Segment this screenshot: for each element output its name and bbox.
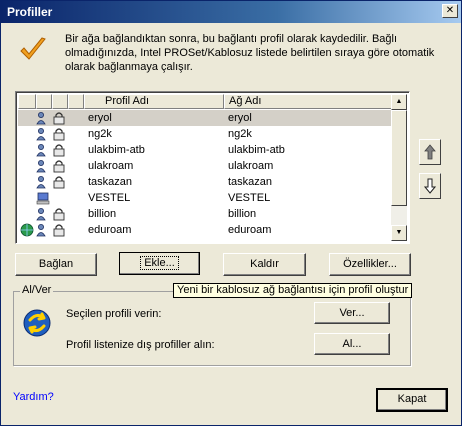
arrow-up-icon <box>424 144 436 160</box>
arrow-down-icon <box>424 178 436 194</box>
lock-icon <box>53 144 65 157</box>
lock-icon <box>53 224 65 237</box>
row-icons <box>18 174 84 190</box>
user-icon <box>36 112 46 125</box>
network-name: ulakbim-atb <box>228 144 285 156</box>
export-button[interactable]: Ver... <box>314 302 390 324</box>
profile-name: taskazan <box>88 176 133 188</box>
user-icon <box>36 224 46 237</box>
header-icon-col-2[interactable] <box>36 94 52 109</box>
properties-button[interactable]: Özellikler... <box>329 253 411 276</box>
import-button[interactable]: Al... <box>314 333 390 355</box>
window-close-button[interactable]: ✕ <box>442 4 458 18</box>
add-button[interactable]: Ekle... <box>119 252 200 275</box>
lock-icon <box>53 208 65 221</box>
move-up-button[interactable] <box>419 139 441 165</box>
globe-icon <box>20 223 34 237</box>
network-name: ulakroam <box>228 160 274 172</box>
import-export-group: Al/Ver Seçilen profili verin: Profil lis… <box>13 284 411 366</box>
row-icons <box>18 126 84 142</box>
list-scrollbar[interactable]: ▲ ▼ <box>391 94 407 241</box>
user-icon <box>36 160 46 173</box>
checkmark-icon <box>20 37 46 60</box>
connect-button[interactable]: Bağlan <box>15 253 97 276</box>
window-title: Profiller <box>7 5 53 19</box>
close-button[interactable]: Kapat <box>376 388 448 412</box>
import-label: Profil listenize dış profiller alın: <box>66 339 215 351</box>
list-header: Profil Adı Ağ Adı <box>18 94 393 109</box>
profile-name: ng2k <box>88 128 112 140</box>
header-profile-name[interactable]: Profil Adı <box>84 94 224 109</box>
lock-icon <box>53 128 65 141</box>
profile-list[interactable]: Profil Adı Ağ Adı eryol eryol ng2k ng2k ulak… <box>15 91 410 244</box>
row-icons <box>18 190 84 206</box>
add-button-tooltip: Yeni bir kablosuz ağ bağlantısı için pro… <box>173 283 413 298</box>
scroll-down-button[interactable]: ▼ <box>391 225 407 241</box>
user-icon <box>36 176 46 189</box>
table-row[interactable]: taskazan taskazan <box>18 174 393 190</box>
group-title: Al/Ver <box>20 284 54 296</box>
network-name: billion <box>228 208 257 220</box>
row-icons <box>18 110 84 126</box>
network-name: VESTEL <box>228 192 271 204</box>
user-icon <box>36 144 46 157</box>
user-icon <box>36 208 46 221</box>
profile-name: billion <box>88 208 117 220</box>
title-bar: Profiller ✕ <box>1 1 461 23</box>
move-down-button[interactable] <box>419 173 441 199</box>
header-icon-col-3[interactable] <box>52 94 68 109</box>
row-icons <box>18 206 84 222</box>
row-icons <box>18 222 84 238</box>
description-text: Bir ağa bağlandıktan sonra, bu bağlantı … <box>65 33 435 73</box>
header-network-name[interactable]: Ağ Adı <box>224 94 393 109</box>
header-icon-col-4[interactable] <box>68 94 84 109</box>
table-row[interactable]: ng2k ng2k <box>18 126 393 142</box>
network-name: eryol <box>228 112 252 124</box>
header-icon-col-1[interactable] <box>18 94 36 109</box>
table-row[interactable]: billion billion <box>18 206 393 222</box>
network-name: ng2k <box>228 128 252 140</box>
profile-name: VESTEL <box>88 192 131 204</box>
remove-button[interactable]: Kaldır <box>223 253 306 276</box>
lock-icon <box>53 160 65 173</box>
lock-icon <box>53 112 65 125</box>
profile-name: eduroam <box>88 224 132 236</box>
scroll-up-button[interactable]: ▲ <box>391 94 407 110</box>
profiles-window: Profiller ✕ Bir ağa bağlandıktan sonra, … <box>0 0 462 426</box>
network-name: taskazan <box>228 176 273 188</box>
profile-rows: eryol eryol ng2k ng2k ulakbim-atb ulakbim-atb… <box>18 110 393 238</box>
table-row[interactable]: eryol eryol <box>18 110 393 126</box>
import-export-icon <box>23 309 51 337</box>
table-row[interactable]: ulakbim-atb ulakbim-atb <box>18 142 393 158</box>
scroll-thumb[interactable] <box>391 110 407 206</box>
row-icons <box>18 158 84 174</box>
lock-icon <box>53 176 65 189</box>
row-icons <box>18 142 84 158</box>
computer-icon <box>36 192 50 205</box>
network-name: eduroam <box>228 224 272 236</box>
user-icon <box>36 128 46 141</box>
table-row[interactable]: VESTEL VESTEL <box>18 190 393 206</box>
profile-name: ulakbim-atb <box>88 144 145 156</box>
profile-name: eryol <box>88 112 112 124</box>
profile-name: ulakroam <box>88 160 134 172</box>
export-label: Seçilen profili verin: <box>66 308 162 320</box>
add-button-label: Ekle... <box>140 256 179 270</box>
table-row[interactable]: ulakroam ulakroam <box>18 158 393 174</box>
help-link[interactable]: Yardım? <box>13 391 54 403</box>
table-row[interactable]: eduroam eduroam <box>18 222 393 238</box>
